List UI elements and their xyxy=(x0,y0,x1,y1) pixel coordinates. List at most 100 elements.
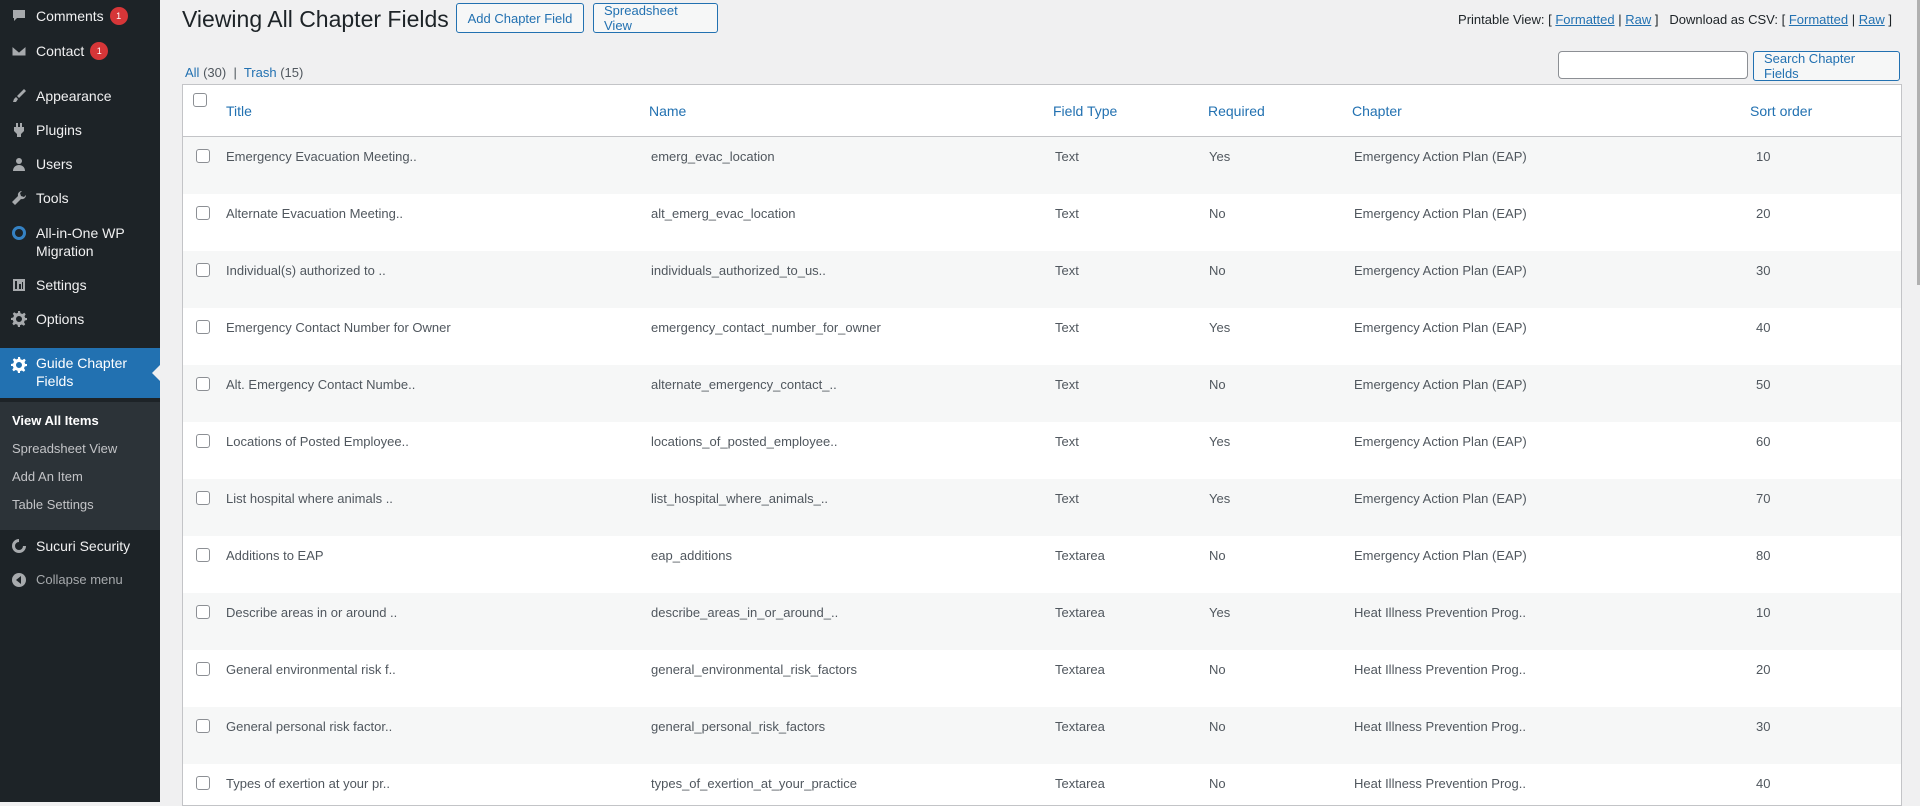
row-checkbox[interactable] xyxy=(196,605,210,619)
cell-title[interactable]: Locations of Posted Employee.. xyxy=(226,434,409,449)
cell-sort-order: 50 xyxy=(1756,377,1771,392)
row-checkbox[interactable] xyxy=(196,263,210,277)
separator: | xyxy=(233,65,237,80)
cell-title[interactable]: Alternate Evacuation Meeting.. xyxy=(226,206,403,221)
sidebar-item-settings[interactable]: Settings xyxy=(0,275,160,295)
spreadsheet-view-button[interactable]: Spreadsheet View xyxy=(593,3,718,33)
table-row[interactable]: General personal risk factor.. general_pe… xyxy=(183,707,1901,764)
submenu-spreadsheet-view[interactable]: Spreadsheet View xyxy=(12,441,117,456)
sidebar-item-options[interactable]: Options xyxy=(0,309,160,329)
sidebar-item-contact[interactable]: Contact 1 xyxy=(0,41,160,61)
sidebar-item-label: Comments xyxy=(36,8,104,24)
column-header-name[interactable]: Name xyxy=(649,103,686,119)
printable-raw-link[interactable]: Raw xyxy=(1625,12,1651,27)
sidebar-item-plugins[interactable]: Plugins xyxy=(0,120,160,140)
cell-title[interactable]: Describe areas in or around .. xyxy=(226,605,397,620)
cell-required: Yes xyxy=(1209,605,1231,620)
sidebar-item-appearance[interactable]: Appearance xyxy=(0,86,160,106)
sidebar-item-guide-chapter-fields[interactable]: Guide Chapter Fields xyxy=(0,348,160,398)
csv-formatted-link[interactable]: Formatted xyxy=(1789,12,1848,27)
column-header-required[interactable]: Required xyxy=(1208,103,1265,119)
cell-field-type: Text xyxy=(1055,149,1079,164)
cell-name: alternate_emergency_contact_.. xyxy=(651,377,837,392)
column-header-title[interactable]: Title xyxy=(226,103,252,119)
printable-formatted-link[interactable]: Formatted xyxy=(1555,12,1614,27)
table-row[interactable]: List hospital where animals .. list_hospi… xyxy=(183,479,1901,536)
table-row[interactable]: Additions to EAP eap_additions Textarea No E… xyxy=(183,536,1901,593)
cell-title[interactable]: Alt. Emergency Contact Numbe.. xyxy=(226,377,415,392)
table-row[interactable]: Emergency Evacuation Meeting.. emerg_evac… xyxy=(183,137,1901,194)
row-checkbox[interactable] xyxy=(196,206,210,220)
submenu-table-settings[interactable]: Table Settings xyxy=(12,497,94,512)
table-row[interactable]: Alternate Evacuation Meeting.. alt_emerg_… xyxy=(183,194,1901,251)
table-row[interactable]: Types of exertion at your pr.. types_of_e… xyxy=(183,764,1901,805)
cell-title[interactable]: Types of exertion at your pr.. xyxy=(226,776,390,791)
add-chapter-field-button[interactable]: Add Chapter Field xyxy=(456,3,584,33)
column-header-sort-order[interactable]: Sort order xyxy=(1750,103,1812,119)
export-links: Printable View: [ Formatted | Raw ] Down… xyxy=(1458,12,1892,27)
submenu-add-an-item[interactable]: Add An Item xyxy=(12,469,83,484)
gear-icon xyxy=(9,355,29,375)
cell-title[interactable]: General environmental risk f.. xyxy=(226,662,396,677)
row-checkbox[interactable] xyxy=(196,491,210,505)
cell-chapter: Emergency Action Plan (EAP) xyxy=(1354,206,1527,221)
sidebar-item-users[interactable]: Users xyxy=(0,154,160,174)
collapse-menu-button[interactable]: Collapse menu xyxy=(0,570,160,590)
row-checkbox[interactable] xyxy=(196,377,210,391)
cell-title[interactable]: Emergency Evacuation Meeting.. xyxy=(226,149,417,164)
submenu: View All Items Spreadsheet View Add An I… xyxy=(0,402,160,530)
column-header-field-type[interactable]: Field Type xyxy=(1053,103,1117,119)
sidebar-item-label: Tools xyxy=(36,190,69,206)
submenu-view-all-items[interactable]: View All Items xyxy=(12,413,99,428)
row-checkbox[interactable] xyxy=(196,434,210,448)
row-checkbox[interactable] xyxy=(196,320,210,334)
table-row[interactable]: Alt. Emergency Contact Numbe.. alternate_… xyxy=(183,365,1901,422)
mail-icon xyxy=(9,41,29,61)
cell-chapter: Heat Illness Prevention Prog.. xyxy=(1354,776,1526,791)
cell-title[interactable]: Additions to EAP xyxy=(226,548,324,563)
comment-icon xyxy=(9,6,29,26)
cell-title[interactable]: General personal risk factor.. xyxy=(226,719,392,734)
cell-name: general_personal_risk_factors xyxy=(651,719,826,734)
sidebar-item-sucuri-security[interactable]: Sucuri Security xyxy=(0,536,160,556)
select-all-checkbox[interactable] xyxy=(193,93,207,107)
sidebar-item-label: Settings xyxy=(36,277,87,293)
table-row[interactable]: Emergency Contact Number for Owner emerge… xyxy=(183,308,1901,365)
cell-required: No xyxy=(1209,377,1226,392)
cell-required: Yes xyxy=(1209,491,1231,506)
sidebar-item-tools[interactable]: Tools xyxy=(0,188,160,208)
shield-icon xyxy=(9,536,29,556)
row-checkbox[interactable] xyxy=(196,662,210,676)
cell-field-type: Textarea xyxy=(1055,605,1105,620)
settings-icon xyxy=(9,275,29,295)
column-header-chapter[interactable]: Chapter xyxy=(1352,103,1402,119)
cell-field-type: Text xyxy=(1055,377,1079,392)
csv-raw-link[interactable]: Raw xyxy=(1859,12,1885,27)
cell-title[interactable]: List hospital where animals .. xyxy=(226,491,393,506)
row-checkbox[interactable] xyxy=(196,548,210,562)
cell-sort-order: 60 xyxy=(1756,434,1771,449)
row-checkbox[interactable] xyxy=(196,776,210,790)
sidebar-item-comments[interactable]: Comments 1 xyxy=(0,6,160,26)
cell-sort-order: 40 xyxy=(1756,320,1771,335)
cell-chapter: Emergency Action Plan (EAP) xyxy=(1354,320,1527,335)
table-row[interactable]: Describe areas in or around .. describe_a… xyxy=(183,593,1901,650)
table-row[interactable]: Individual(s) authorized to .. individual… xyxy=(183,251,1901,308)
cell-title[interactable]: Emergency Contact Number for Owner xyxy=(226,320,451,335)
row-checkbox[interactable] xyxy=(196,149,210,163)
table-row[interactable]: General environmental risk f.. general_en… xyxy=(183,650,1901,707)
cell-required: No xyxy=(1209,776,1226,791)
cell-field-type: Text xyxy=(1055,320,1079,335)
sidebar-item-all-in-one-wp-migration[interactable]: All-in-One WP Migration xyxy=(0,223,140,260)
row-checkbox[interactable] xyxy=(196,719,210,733)
cell-field-type: Text xyxy=(1055,491,1079,506)
admin-sidebar: Comments 1 Contact 1 Appearance Plugins Us… xyxy=(0,0,160,802)
filter-all-link[interactable]: All (30) xyxy=(185,65,226,80)
cell-chapter: Emergency Action Plan (EAP) xyxy=(1354,377,1527,392)
table-row[interactable]: Locations of Posted Employee.. locations_… xyxy=(183,422,1901,479)
sidebar-item-label: Options xyxy=(36,311,85,327)
search-input[interactable] xyxy=(1558,51,1748,79)
search-chapter-fields-button[interactable]: Search Chapter Fields xyxy=(1753,51,1900,81)
cell-title[interactable]: Individual(s) authorized to .. xyxy=(226,263,386,278)
filter-trash-link[interactable]: Trash (15) xyxy=(244,65,304,80)
